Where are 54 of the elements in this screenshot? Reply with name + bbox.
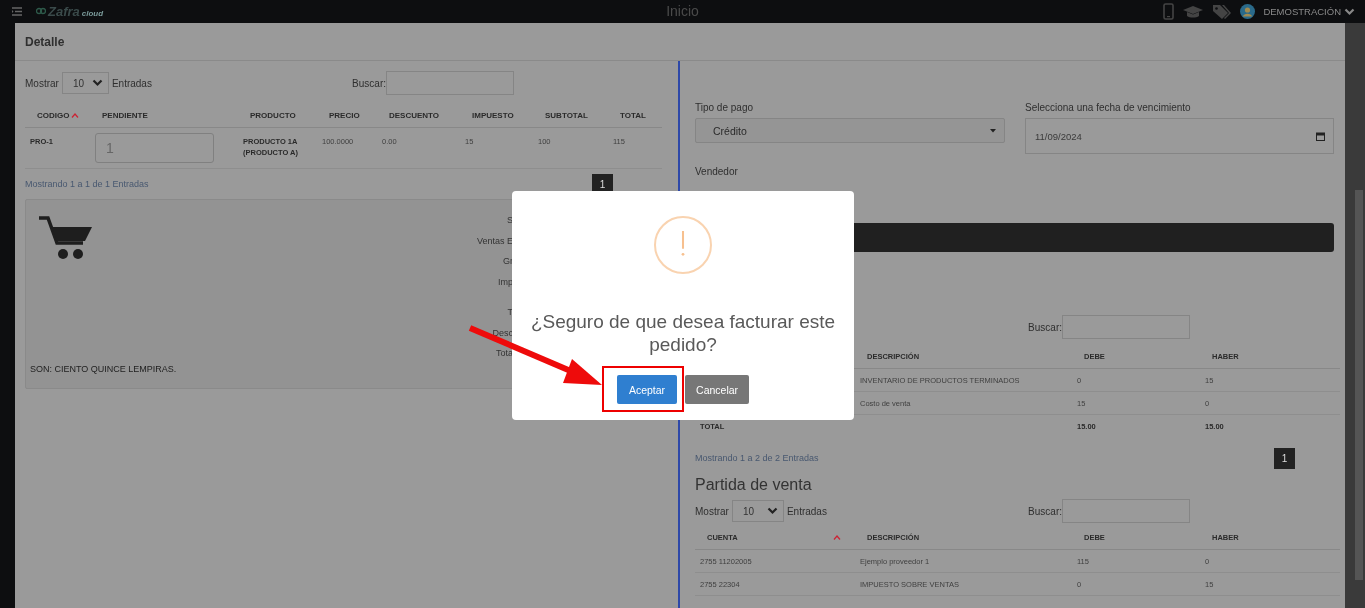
show-label: Mostrar <box>695 505 729 517</box>
sort-icon <box>71 113 80 118</box>
show-label: Mostrar <box>25 77 59 89</box>
caret-icon <box>990 128 996 133</box>
entries-label: Entradas <box>786 505 827 517</box>
column-header[interactable]: PENDIENTE <box>102 111 148 120</box>
payment-type-label: Tipo de pago <box>695 102 754 113</box>
cart-icon <box>38 215 94 261</box>
logo-text: Zafra <box>48 4 80 19</box>
sort-icon <box>833 535 841 540</box>
cancel-button[interactable]: Cancelar <box>685 375 750 404</box>
avatar-icon[interactable] <box>1240 4 1256 19</box>
calendar-icon <box>1316 131 1325 141</box>
due-date-label: Selecciona una fecha de vencimiento <box>1025 102 1192 113</box>
summary-label: Tota <box>496 347 513 360</box>
column-header[interactable]: PRODUCTO <box>250 111 296 120</box>
search-label: Buscar: <box>352 77 386 89</box>
column-header[interactable]: TOTAL <box>620 111 646 120</box>
graduation-cap-icon[interactable] <box>1182 4 1205 19</box>
page-button[interactable]: 1 <box>1274 447 1295 469</box>
column-header[interactable]: CODIGO <box>37 111 70 120</box>
summary-label: Ventas E <box>476 234 513 248</box>
warning-icon <box>654 216 712 274</box>
logo-subtitle: cloud <box>81 9 104 18</box>
chevron-down-icon <box>766 507 778 515</box>
page-size-select[interactable]: 10 <box>731 500 784 522</box>
user-menu[interactable]: DEMOSTRACIÓN <box>1263 6 1355 17</box>
scrollbar[interactable] <box>1355 190 1363 580</box>
phone-icon[interactable] <box>1163 3 1175 20</box>
entries-info: Mostrando 1 a 1 de 1 Entradas <box>25 179 149 189</box>
search-label: Buscar: <box>1028 321 1062 333</box>
search-label: Buscar: <box>1028 505 1062 517</box>
chevron-down-icon <box>1344 7 1355 16</box>
column-header[interactable]: DESCUENTO <box>389 111 440 120</box>
page-title: Inicio <box>666 3 699 19</box>
accept-button[interactable]: Aceptar <box>616 375 678 404</box>
summary-label: Desc <box>492 326 513 340</box>
due-date-field[interactable]: 11/09/2024 <box>1025 118 1334 154</box>
modal-title: Detalle <box>25 34 65 49</box>
menu-icon[interactable] <box>12 7 22 16</box>
column-header[interactable]: IMPUESTO <box>472 111 514 120</box>
entries-label: Entradas <box>111 77 152 89</box>
seller-label: Vendedor <box>695 166 739 177</box>
chevron-down-icon <box>91 79 103 87</box>
column-header[interactable]: PRECIO <box>329 111 360 120</box>
dialog-title: ¿Seguro de que desea facturar este pedido? <box>529 310 837 356</box>
amount-in-words: SON: CIENTO QUINCE LEMPIRAS. <box>30 364 177 374</box>
tags-icon[interactable] <box>1212 3 1233 20</box>
page-size-select[interactable]: 10 <box>61 72 109 94</box>
payment-type-select[interactable]: Crédito <box>695 118 1005 143</box>
column-header[interactable]: SUBTOTAL <box>545 111 588 120</box>
section-title: Partida de venta <box>695 476 813 494</box>
entries-info: Mostrando 1 a 2 de 2 Entradas <box>695 453 819 463</box>
logo-icon <box>36 6 46 16</box>
